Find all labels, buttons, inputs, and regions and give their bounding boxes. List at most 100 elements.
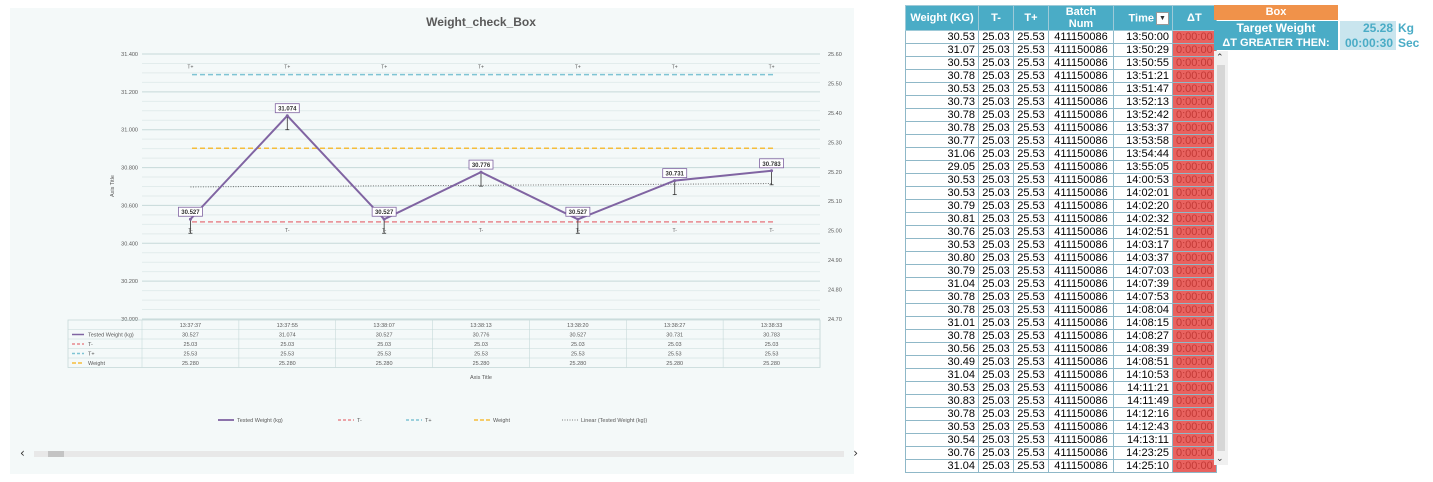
cell-time[interactable]: 14:11:21 — [1113, 381, 1173, 395]
cell-time[interactable]: 13:53:37 — [1113, 121, 1173, 135]
cell-t-plus[interactable]: 25.53 — [1013, 459, 1049, 473]
cell-t-plus[interactable]: 25.53 — [1013, 69, 1049, 83]
cell-batch-num[interactable]: 411150086 — [1048, 420, 1114, 434]
cell-delta-t[interactable]: 0:00:00 — [1172, 459, 1217, 473]
cell-delta-t[interactable]: 0:00:00 — [1172, 355, 1217, 369]
cell-time[interactable]: 14:00:53 — [1113, 173, 1173, 187]
cell-weight[interactable]: 30.53 — [905, 238, 979, 252]
cell-delta-t[interactable]: 0:00:00 — [1172, 394, 1217, 408]
cell-t-plus[interactable]: 25.53 — [1013, 420, 1049, 434]
cell-t-plus[interactable]: 25.53 — [1013, 368, 1049, 382]
cell-delta-t[interactable]: 0:00:00 — [1172, 225, 1217, 239]
cell-weight[interactable]: 31.01 — [905, 316, 979, 330]
cell-time[interactable]: 14:03:37 — [1113, 251, 1173, 265]
cell-delta-t[interactable]: 0:00:00 — [1172, 433, 1217, 447]
cell-t-plus[interactable]: 25.53 — [1013, 82, 1049, 96]
cell-weight[interactable]: 30.79 — [905, 264, 979, 278]
chart-panel[interactable]: Weight_check_Box 30.000 30.200 30.400 30.600… — [10, 8, 858, 474]
cell-time[interactable]: 14:13:11 — [1113, 433, 1173, 447]
cell-time[interactable]: 14:08:51 — [1113, 355, 1173, 369]
target-weight-value[interactable]: 25.28 — [1340, 21, 1396, 36]
cell-delta-t[interactable]: 0:00:00 — [1172, 30, 1217, 44]
cell-t-minus[interactable]: 25.03 — [978, 264, 1014, 278]
cell-t-plus[interactable]: 25.53 — [1013, 342, 1049, 356]
cell-t-plus[interactable]: 25.53 — [1013, 147, 1049, 161]
cell-t-plus[interactable]: 25.53 — [1013, 290, 1049, 304]
cell-t-minus[interactable]: 25.03 — [978, 147, 1014, 161]
cell-weight[interactable]: 30.76 — [905, 446, 979, 460]
cell-batch-num[interactable]: 411150086 — [1048, 316, 1114, 330]
cell-t-minus[interactable]: 25.03 — [978, 446, 1014, 460]
cell-time[interactable]: 14:02:20 — [1113, 199, 1173, 213]
cell-time[interactable]: 13:54:44 — [1113, 147, 1173, 161]
cell-t-minus[interactable]: 25.03 — [978, 420, 1014, 434]
cell-t-plus[interactable]: 25.53 — [1013, 381, 1049, 395]
cell-t-plus[interactable]: 25.53 — [1013, 30, 1049, 44]
cell-time[interactable]: 14:07:03 — [1113, 264, 1173, 278]
cell-delta-t[interactable]: 0:00:00 — [1172, 173, 1217, 187]
cell-batch-num[interactable]: 411150086 — [1048, 368, 1114, 382]
cell-batch-num[interactable]: 411150086 — [1048, 134, 1114, 148]
cell-batch-num[interactable]: 411150086 — [1048, 212, 1114, 226]
cell-batch-num[interactable]: 411150086 — [1048, 43, 1114, 57]
header-t-plus[interactable]: T+ — [1013, 5, 1049, 31]
cell-t-plus[interactable]: 25.53 — [1013, 173, 1049, 187]
cell-batch-num[interactable]: 411150086 — [1048, 173, 1114, 187]
cell-time[interactable]: 13:50:55 — [1113, 56, 1173, 70]
cell-t-minus[interactable]: 25.03 — [978, 212, 1014, 226]
cell-batch-num[interactable]: 411150086 — [1048, 238, 1114, 252]
cell-batch-num[interactable]: 411150086 — [1048, 95, 1114, 109]
cell-time[interactable]: 13:50:29 — [1113, 43, 1173, 57]
cell-batch-num[interactable]: 411150086 — [1048, 277, 1114, 291]
cell-weight[interactable]: 31.04 — [905, 277, 979, 291]
header-delta-t[interactable]: ΔT — [1172, 5, 1217, 31]
cell-t-minus[interactable]: 25.03 — [978, 459, 1014, 473]
cell-delta-t[interactable]: 0:00:00 — [1172, 199, 1217, 213]
cell-t-plus[interactable]: 25.53 — [1013, 329, 1049, 343]
cell-delta-t[interactable]: 0:00:00 — [1172, 212, 1217, 226]
cell-time[interactable]: 14:07:39 — [1113, 277, 1173, 291]
cell-time[interactable]: 14:12:16 — [1113, 407, 1173, 421]
cell-batch-num[interactable]: 411150086 — [1048, 290, 1114, 304]
cell-t-plus[interactable]: 25.53 — [1013, 316, 1049, 330]
cell-t-minus[interactable]: 25.03 — [978, 43, 1014, 57]
cell-delta-t[interactable]: 0:00:00 — [1172, 160, 1217, 174]
scroll-thumb[interactable] — [1217, 65, 1225, 451]
cell-time[interactable]: 13:51:21 — [1113, 69, 1173, 83]
cell-time[interactable]: 14:08:27 — [1113, 329, 1173, 343]
cell-delta-t[interactable]: 0:00:00 — [1172, 407, 1217, 421]
cell-delta-t[interactable]: 0:00:00 — [1172, 420, 1217, 434]
cell-time[interactable]: 13:53:58 — [1113, 134, 1173, 148]
cell-delta-t[interactable]: 0:00:00 — [1172, 277, 1217, 291]
cell-weight[interactable]: 30.78 — [905, 121, 979, 135]
cell-t-minus[interactable]: 25.03 — [978, 303, 1014, 317]
header-weight[interactable]: Weight (KG) — [905, 5, 979, 31]
cell-delta-t[interactable]: 0:00:00 — [1172, 342, 1217, 356]
cell-t-minus[interactable]: 25.03 — [978, 316, 1014, 330]
cell-time[interactable]: 14:03:17 — [1113, 238, 1173, 252]
cell-delta-t[interactable]: 0:00:00 — [1172, 316, 1217, 330]
cell-delta-t[interactable]: 0:00:00 — [1172, 290, 1217, 304]
cell-t-minus[interactable]: 25.03 — [978, 82, 1014, 96]
cell-weight[interactable]: 30.53 — [905, 381, 979, 395]
cell-batch-num[interactable]: 411150086 — [1048, 30, 1114, 44]
cell-t-minus[interactable]: 25.03 — [978, 30, 1014, 44]
cell-t-plus[interactable]: 25.53 — [1013, 186, 1049, 200]
cell-delta-t[interactable]: 0:00:00 — [1172, 147, 1217, 161]
cell-t-plus[interactable]: 25.53 — [1013, 56, 1049, 70]
cell-t-plus[interactable]: 25.53 — [1013, 95, 1049, 109]
cell-batch-num[interactable]: 411150086 — [1048, 407, 1114, 421]
cell-delta-t[interactable]: 0:00:00 — [1172, 69, 1217, 83]
cell-delta-t[interactable]: 0:00:00 — [1172, 329, 1217, 343]
cell-t-minus[interactable]: 25.03 — [978, 108, 1014, 122]
header-batch-num[interactable]: Batch Num — [1048, 5, 1114, 31]
header-t-minus[interactable]: T- — [978, 5, 1014, 31]
cell-t-minus[interactable]: 25.03 — [978, 290, 1014, 304]
cell-weight[interactable]: 30.78 — [905, 290, 979, 304]
cell-t-minus[interactable]: 25.03 — [978, 433, 1014, 447]
cell-t-plus[interactable]: 25.53 — [1013, 134, 1049, 148]
filter-dropdown-icon[interactable]: ▼ — [1156, 11, 1169, 25]
cell-weight[interactable]: 30.53 — [905, 173, 979, 187]
cell-t-minus[interactable]: 25.03 — [978, 121, 1014, 135]
cell-batch-num[interactable]: 411150086 — [1048, 147, 1114, 161]
